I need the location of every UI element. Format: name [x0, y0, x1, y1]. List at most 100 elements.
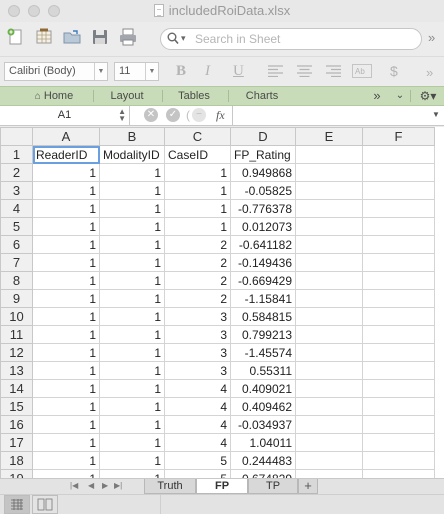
- cell[interactable]: [362, 469, 435, 478]
- row-header[interactable]: 8: [0, 271, 33, 290]
- row-header[interactable]: 16: [0, 415, 33, 434]
- cell[interactable]: CaseID: [164, 145, 231, 164]
- row-header[interactable]: 15: [0, 397, 33, 416]
- cell[interactable]: 2: [164, 253, 231, 272]
- bold-button[interactable]: B: [176, 63, 186, 80]
- cell[interactable]: 5: [164, 451, 231, 470]
- cell[interactable]: [362, 397, 435, 416]
- cell[interactable]: [295, 217, 363, 236]
- cell[interactable]: 1: [32, 469, 100, 478]
- cell[interactable]: 3: [164, 343, 231, 362]
- cell[interactable]: 1: [99, 181, 165, 200]
- cell[interactable]: 1: [99, 469, 165, 478]
- cell[interactable]: 1: [99, 361, 165, 380]
- toolbar-overflow-button[interactable]: »: [428, 30, 435, 45]
- row-header[interactable]: 3: [0, 181, 33, 200]
- align-left-icon[interactable]: [268, 65, 283, 77]
- cell[interactable]: 3: [164, 325, 231, 344]
- search-input[interactable]: [195, 31, 415, 47]
- insert-function-button[interactable]: fx: [216, 108, 225, 123]
- open-folder-icon[interactable]: [62, 27, 82, 47]
- next-sheet-icon[interactable]: ▶: [102, 481, 108, 490]
- cell[interactable]: [362, 343, 435, 362]
- cell[interactable]: [362, 433, 435, 452]
- cell[interactable]: 1: [164, 217, 231, 236]
- row-header[interactable]: 5: [0, 217, 33, 236]
- cell[interactable]: [295, 469, 363, 478]
- cell[interactable]: 4: [164, 415, 231, 434]
- cell[interactable]: ModalityID: [99, 145, 165, 164]
- cell[interactable]: 0.949868: [230, 163, 296, 182]
- column-header-e[interactable]: E: [295, 127, 363, 146]
- cell[interactable]: [295, 451, 363, 470]
- cell[interactable]: -0.641182: [230, 235, 296, 254]
- sheet-tab-truth[interactable]: Truth: [144, 479, 196, 494]
- cell[interactable]: -0.669429: [230, 271, 296, 290]
- cell[interactable]: 1: [99, 433, 165, 452]
- cell[interactable]: 1.04011: [230, 433, 296, 452]
- cell[interactable]: [295, 235, 363, 254]
- cell[interactable]: 0.409462: [230, 397, 296, 416]
- cell[interactable]: [295, 199, 363, 218]
- ribbon-overflow-button[interactable]: »: [368, 87, 386, 105]
- cell[interactable]: 1: [99, 289, 165, 308]
- cell[interactable]: [362, 379, 435, 398]
- cell[interactable]: 1: [32, 415, 100, 434]
- row-header[interactable]: 12: [0, 343, 33, 362]
- save-icon[interactable]: [90, 27, 110, 47]
- cell[interactable]: 1: [32, 271, 100, 290]
- row-header[interactable]: 13: [0, 361, 33, 380]
- row-header[interactable]: 11: [0, 325, 33, 344]
- cancel-entry-icon[interactable]: ✕: [144, 108, 158, 122]
- underline-button[interactable]: U: [233, 63, 244, 80]
- cell[interactable]: 0.012073: [230, 217, 296, 236]
- cell[interactable]: 1: [32, 361, 100, 380]
- row-header[interactable]: 1: [0, 145, 33, 164]
- cell[interactable]: 3: [164, 307, 231, 326]
- cell[interactable]: [295, 181, 363, 200]
- cell[interactable]: -1.15841: [230, 289, 296, 308]
- cell[interactable]: [295, 145, 363, 164]
- cell[interactable]: 1: [32, 433, 100, 452]
- templates-icon[interactable]: [34, 27, 54, 47]
- cell[interactable]: 1: [32, 343, 100, 362]
- search-options-chevron-icon[interactable]: ▾: [181, 33, 186, 44]
- ribbon-collapse-chevron-icon[interactable]: ⌄: [392, 87, 408, 105]
- cell[interactable]: [295, 397, 363, 416]
- italic-button[interactable]: I: [205, 63, 210, 80]
- cell[interactable]: [295, 163, 363, 182]
- align-center-icon[interactable]: [297, 65, 312, 77]
- cell[interactable]: 1: [99, 397, 165, 416]
- cell[interactable]: 1: [99, 217, 165, 236]
- cell[interactable]: 2: [164, 289, 231, 308]
- cell[interactable]: 1: [99, 379, 165, 398]
- cell[interactable]: [362, 199, 435, 218]
- search-box[interactable]: ▾: [160, 28, 422, 50]
- row-header[interactable]: 6: [0, 235, 33, 254]
- cell[interactable]: 1: [99, 415, 165, 434]
- tab-home[interactable]: ⌂ Home: [24, 87, 84, 105]
- cell[interactable]: 2: [164, 235, 231, 254]
- cell[interactable]: 1: [32, 379, 100, 398]
- cell[interactable]: [362, 451, 435, 470]
- cell[interactable]: 1: [164, 181, 231, 200]
- row-header[interactable]: 4: [0, 199, 33, 218]
- cell[interactable]: 1: [99, 253, 165, 272]
- cell[interactable]: 1: [32, 253, 100, 272]
- cell[interactable]: 1: [99, 343, 165, 362]
- cell[interactable]: FP_Rating: [230, 145, 296, 164]
- cell[interactable]: [295, 289, 363, 308]
- first-sheet-icon[interactable]: |◀: [70, 481, 78, 490]
- name-box[interactable]: A1 ▲ ▼: [0, 106, 130, 125]
- cell[interactable]: 1: [99, 199, 165, 218]
- tab-tables[interactable]: Tables: [166, 87, 222, 105]
- page-layout-view-button[interactable]: [32, 495, 58, 514]
- cell[interactable]: 1: [32, 217, 100, 236]
- cell[interactable]: 4: [164, 433, 231, 452]
- cell[interactable]: [295, 271, 363, 290]
- cell[interactable]: 1: [32, 289, 100, 308]
- previous-sheet-icon[interactable]: ◀: [88, 481, 94, 490]
- cell[interactable]: [362, 361, 435, 380]
- cell[interactable]: 0.799213: [230, 325, 296, 344]
- cell[interactable]: 1: [32, 307, 100, 326]
